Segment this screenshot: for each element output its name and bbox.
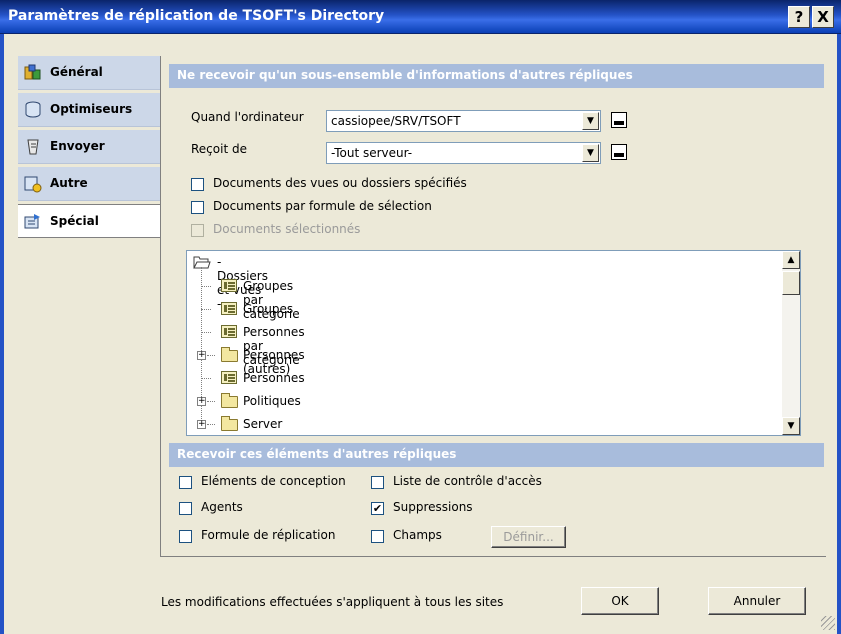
when-computer-value: cassiopee/SRV/TSOFT bbox=[331, 114, 461, 128]
receive-from-select[interactable]: -Tout serveur- ▼ bbox=[326, 142, 601, 164]
database-icon bbox=[24, 101, 42, 119]
open-folder-icon bbox=[193, 255, 211, 272]
acl-checkbox[interactable] bbox=[371, 476, 384, 489]
window-border-left bbox=[0, 34, 4, 634]
tree-connector bbox=[207, 355, 215, 356]
when-computer-select[interactable]: cassiopee/SRV/TSOFT ▼ bbox=[326, 110, 601, 132]
scroll-thumb[interactable] bbox=[782, 271, 800, 295]
selected-documents-checkbox[interactable] bbox=[191, 224, 204, 237]
expand-icon[interactable]: + bbox=[197, 397, 206, 406]
cancel-button[interactable]: Annuler bbox=[708, 587, 806, 615]
send-icon bbox=[24, 138, 42, 156]
sidebar-item-other[interactable]: Autre bbox=[18, 167, 160, 201]
close-button[interactable]: X bbox=[812, 6, 834, 28]
address-picker-button[interactable] bbox=[611, 144, 627, 160]
receive-from-value: -Tout serveur- bbox=[331, 146, 413, 160]
folder-icon bbox=[221, 347, 238, 362]
expand-icon[interactable]: + bbox=[197, 420, 206, 429]
scroll-up-icon[interactable]: ▲ bbox=[782, 251, 800, 269]
selected-documents-label: Documents sélectionnés bbox=[213, 222, 361, 236]
sidebar-item-label: Général bbox=[50, 65, 103, 79]
section-header-receive: Recevoir ces éléments d'autres répliques bbox=[169, 443, 824, 467]
view-icon bbox=[221, 302, 237, 315]
view-icon bbox=[221, 279, 237, 292]
fields-checkbox[interactable] bbox=[371, 530, 384, 543]
tree-item-label: Politiques bbox=[243, 394, 301, 408]
footer-divider bbox=[160, 556, 826, 557]
chevron-down-icon[interactable]: ▼ bbox=[582, 144, 599, 162]
chevron-down-icon[interactable]: ▼ bbox=[582, 112, 599, 130]
replication-formula-checkbox[interactable] bbox=[179, 530, 192, 543]
scroll-down-icon[interactable]: ▼ bbox=[782, 417, 800, 435]
acl-label: Liste de contrôle d'accès bbox=[393, 474, 542, 488]
other-icon bbox=[24, 175, 42, 193]
special-panel: Ne recevoir qu'un sous-ensemble d'inform… bbox=[161, 56, 826, 556]
views-folders-checkbox[interactable] bbox=[191, 178, 204, 191]
tree-item-label: Server bbox=[243, 417, 283, 431]
expand-icon[interactable]: + bbox=[197, 351, 206, 360]
tree-connector bbox=[201, 332, 211, 333]
views-folders-label: Documents des vues ou dossiers spécifiés bbox=[213, 176, 467, 190]
title-bar[interactable]: Paramètres de réplication de TSOFT's Dir… bbox=[0, 0, 841, 34]
view-icon bbox=[221, 371, 237, 384]
from-label: Reçoit de bbox=[191, 142, 247, 156]
sidebar-item-label: Envoyer bbox=[50, 139, 105, 153]
deletions-checkbox[interactable]: ✔ bbox=[371, 502, 384, 515]
tree-connector bbox=[201, 378, 211, 379]
sidebar-item-optimizers[interactable]: Optimiseurs bbox=[18, 93, 160, 127]
tree-connector bbox=[207, 401, 215, 402]
agents-label: Agents bbox=[201, 500, 243, 514]
selection-formula-label: Documents par formule de sélection bbox=[213, 199, 432, 213]
resize-grip-icon[interactable] bbox=[821, 616, 835, 630]
when-label: Quand l'ordinateur bbox=[191, 110, 304, 124]
sidebar-item-send[interactable]: Envoyer bbox=[18, 130, 160, 164]
sidebar-item-special[interactable]: Spécial bbox=[18, 204, 160, 238]
general-icon bbox=[24, 64, 42, 82]
special-icon bbox=[24, 213, 42, 231]
design-elements-checkbox[interactable] bbox=[179, 476, 192, 489]
sidebar-item-general[interactable]: Général bbox=[18, 56, 160, 90]
sidebar: Général Optimiseurs Envoyer Autre Spécia… bbox=[18, 56, 160, 241]
sidebar-item-label: Spécial bbox=[50, 214, 99, 228]
section-header-subset: Ne recevoir qu'un sous-ensemble d'inform… bbox=[169, 64, 824, 88]
design-elements-label: Eléments de conception bbox=[201, 474, 346, 488]
address-picker-button[interactable] bbox=[611, 112, 627, 128]
selection-formula-checkbox[interactable] bbox=[191, 201, 204, 214]
tree-item-label: Personnes bbox=[243, 371, 305, 385]
define-button[interactable]: Définir... bbox=[491, 526, 566, 548]
sidebar-item-label: Optimiseurs bbox=[50, 102, 133, 116]
ok-button[interactable]: OK bbox=[581, 587, 659, 615]
tree-scrollbar[interactable]: ▲ ▼ bbox=[782, 251, 800, 435]
footer-note: Les modifications effectuées s'appliquen… bbox=[161, 595, 504, 609]
agents-checkbox[interactable] bbox=[179, 502, 192, 515]
tree-connector bbox=[201, 309, 211, 310]
fields-label: Champs bbox=[393, 528, 442, 542]
folder-icon bbox=[221, 393, 238, 408]
help-button[interactable]: ? bbox=[788, 6, 810, 28]
folder-icon bbox=[221, 416, 238, 431]
tree-item-label: Groupes bbox=[243, 302, 294, 316]
replication-formula-label: Formule de réplication bbox=[201, 528, 336, 542]
window-border-right bbox=[837, 34, 841, 634]
tree-connector bbox=[207, 424, 215, 425]
deletions-label: Suppressions bbox=[393, 500, 473, 514]
window-title: Paramètres de réplication de TSOFT's Dir… bbox=[8, 8, 385, 24]
sidebar-item-label: Autre bbox=[50, 176, 88, 190]
view-icon bbox=[221, 325, 237, 338]
tree-connector bbox=[201, 286, 211, 287]
folders-views-tree[interactable]: - Dossiers et vues - Groupes par catégor… bbox=[186, 250, 801, 436]
